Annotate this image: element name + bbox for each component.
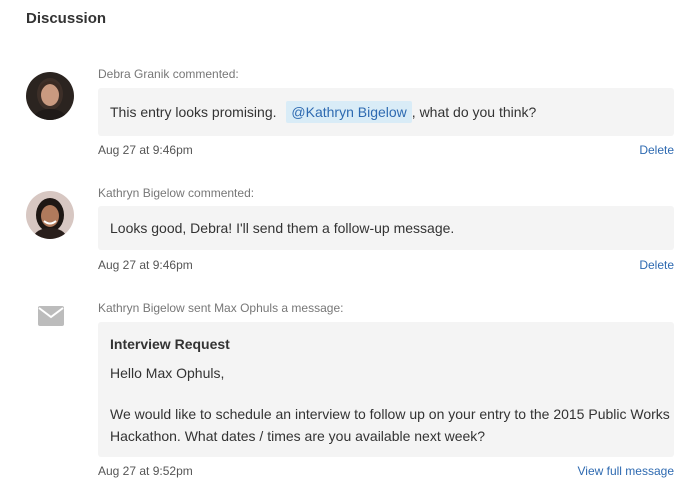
- comment-author-line: Debra Granik commented:: [98, 67, 239, 81]
- message-author-line: Kathryn Bigelow sent Max Ophuls a messag…: [98, 301, 344, 315]
- view-full-message-link[interactable]: View full message: [578, 464, 675, 478]
- message-body-line-1: We would like to schedule an interview t…: [110, 406, 670, 422]
- message-greeting: Hello Max Ophuls,: [110, 365, 225, 381]
- comment-author-line: Kathryn Bigelow commented:: [98, 186, 255, 200]
- message-bubble: Interview Request Hello Max Ophuls, We w…: [98, 322, 674, 457]
- avatar-photo-icon: [26, 191, 74, 239]
- avatar-debra-granik[interactable]: [26, 72, 74, 120]
- comment-text: This entry looks promising.: [110, 104, 277, 120]
- avatar-kathryn-bigelow[interactable]: [26, 191, 74, 239]
- message-body-line-2: Hackathon. What dates / times are you av…: [110, 428, 486, 444]
- discussion-title: Discussion: [26, 10, 107, 27]
- user-mention[interactable]: @Kathryn Bigelow: [286, 101, 412, 123]
- comment-bubble: This entry looks promising. @Kathryn Big…: [98, 88, 674, 136]
- comment-timestamp: Aug 27 at 9:46pm: [98, 258, 193, 272]
- delete-comment-link[interactable]: Delete: [639, 258, 674, 272]
- message-timestamp: Aug 27 at 9:52pm: [98, 464, 193, 478]
- comment-bubble: Looks good, Debra! I'll send them a foll…: [98, 206, 674, 250]
- envelope-icon: [38, 306, 64, 326]
- comment-text: Looks good, Debra! I'll send them a foll…: [110, 220, 455, 236]
- comment-text-after: , what do you think?: [411, 104, 537, 120]
- message-subject: Interview Request: [110, 336, 230, 352]
- delete-comment-link[interactable]: Delete: [639, 143, 674, 157]
- comment-timestamp: Aug 27 at 9:46pm: [98, 143, 193, 157]
- avatar-photo-icon: [26, 72, 74, 120]
